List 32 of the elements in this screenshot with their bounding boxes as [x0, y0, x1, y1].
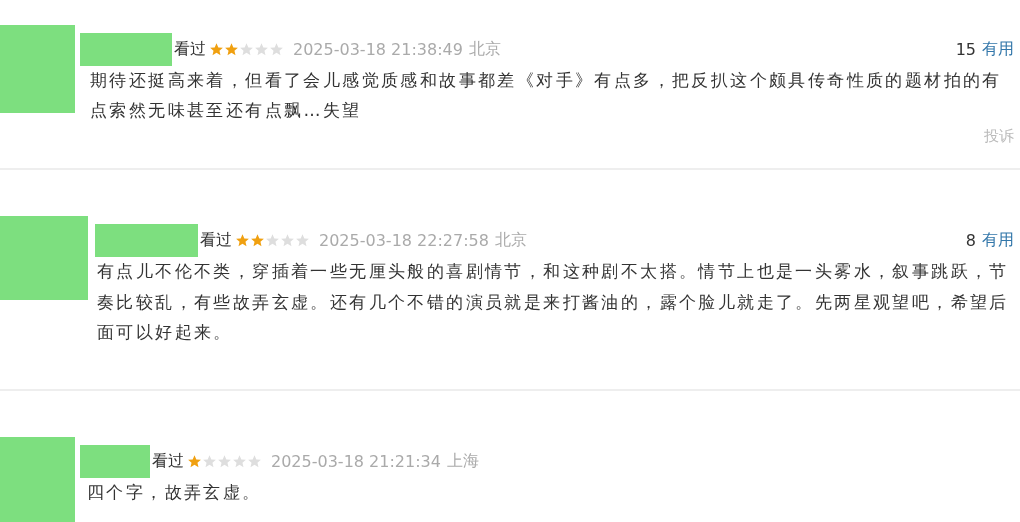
empty-star-icon	[255, 42, 268, 56]
comment-text: 四个字，故弄玄虚。	[87, 481, 263, 504]
empty-star-icon	[270, 42, 283, 56]
useful-link[interactable]: 有用	[982, 229, 1014, 251]
empty-star-icon	[296, 233, 309, 247]
watch-status: 看过	[152, 450, 184, 472]
filled-star-icon	[251, 233, 264, 247]
empty-star-icon	[218, 454, 231, 468]
comment-time: 2025-03-18 21:38:49	[293, 39, 463, 59]
comment-time: 2025-03-18 22:27:58	[319, 230, 489, 250]
watch-status: 看过	[200, 229, 232, 251]
comment-text: 期待还挺高来着，但看了会儿感觉质感和故事都差《对手》有点多，把反扒这个颇具传奇性质的题材拍的有 点索然无味甚至还有点飘…失望	[90, 69, 1003, 122]
filled-star-icon	[225, 42, 238, 56]
comment-location: 北京	[468, 38, 501, 60]
filled-star-icon	[210, 42, 223, 56]
filled-star-icon	[236, 233, 249, 247]
empty-star-icon	[240, 42, 253, 56]
empty-star-icon	[281, 233, 294, 247]
comment-text: 有点儿不伦不类，穿插着一些无厘头般的喜剧情节，和这种剧不太搭。情节上也是一头雾水，叙事跳跃，节 奏比较乱，有些故弄玄虚。还有几个不错的演员就是来打酱油的，露个脸儿就走了。先两星观望吧，希望后 面可以好起来。	[97, 260, 1010, 344]
empty-star-icon	[266, 233, 279, 247]
name-placeholder	[80, 444, 150, 478]
empty-star-icon	[248, 454, 261, 468]
watch-status: 看过	[174, 38, 206, 60]
vote-count: 8	[965, 230, 976, 250]
empty-star-icon	[203, 454, 216, 468]
useful-link[interactable]: 有用	[982, 38, 1014, 60]
empty-star-icon	[233, 454, 246, 468]
comment-location: 北京	[494, 229, 527, 251]
comment-location: 上海	[446, 450, 479, 472]
comment-time: 2025-03-18 21:21:34	[271, 451, 441, 471]
filled-star-icon	[188, 454, 201, 468]
vote-count: 15	[955, 39, 976, 59]
